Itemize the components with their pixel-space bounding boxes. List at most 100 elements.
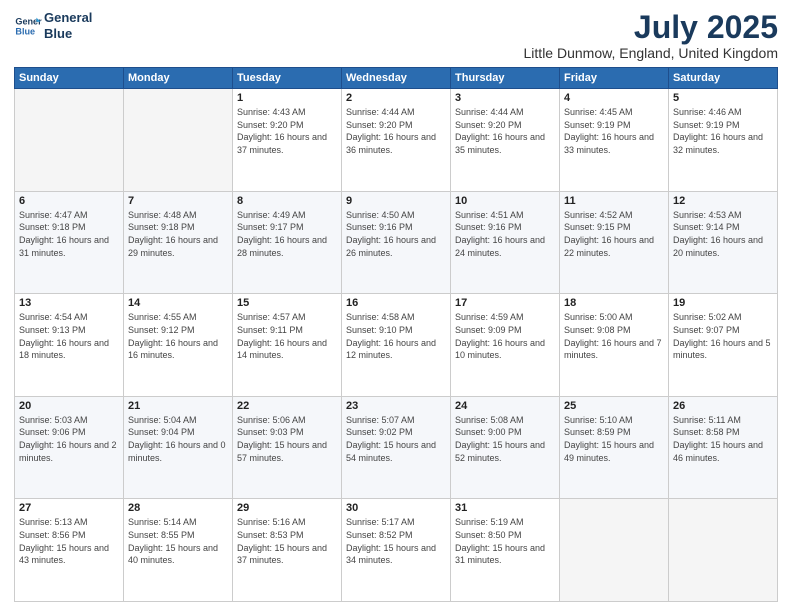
day-number: 7: [128, 195, 228, 207]
day-number: 15: [237, 297, 337, 309]
calendar-cell: 12Sunrise: 4:53 AMSunset: 9:14 PMDayligh…: [669, 191, 778, 294]
logo-text-line2: Blue: [44, 26, 92, 42]
calendar-cell: 21 Sunrise: 5:04 AMSunset: 9:04 PMDayligh…: [124, 396, 233, 499]
week-row-1: 1 Sunrise: 4:43 AMSunset: 9:20 PMDaylight…: [15, 89, 778, 192]
weekday-header-saturday: Saturday: [669, 68, 778, 89]
day-info: Sunrise: 5:06 AMSunset: 9:03 PMDaylight:…: [237, 414, 337, 464]
day-number: 30: [346, 502, 446, 514]
week-row-5: 27Sunrise: 5:13 AMSunset: 8:56 PMDayligh…: [15, 499, 778, 602]
day-info: Sunrise: 4:45 AMSunset: 9:19 PMDaylight:…: [564, 106, 664, 156]
weekday-header-thursday: Thursday: [451, 68, 560, 89]
day-info: Sunrise: 4:58 AMSunset: 9:10 PMDaylight:…: [346, 311, 446, 361]
calendar-cell: 10 Sunrise: 4:51 AMSunset: 9:16 PMDayligh…: [451, 191, 560, 294]
day-info: Sunrise: 5:03 AMSunset: 9:06 PMDaylight:…: [19, 414, 119, 464]
calendar-cell: 25Sunrise: 5:10 AMSunset: 8:59 PMDayligh…: [560, 396, 669, 499]
location-title: Little Dunmow, England, United Kingdom: [524, 45, 778, 61]
week-row-4: 20 Sunrise: 5:03 AMSunset: 9:06 PMDayligh…: [15, 396, 778, 499]
day-info: Sunrise: 4:55 AMSunset: 9:12 PMDaylight:…: [128, 311, 228, 361]
day-number: 4: [564, 92, 664, 104]
day-info: Sunrise: 4:59 AMSunset: 9:09 PMDaylight:…: [455, 311, 555, 361]
calendar-cell: 5Sunrise: 4:46 AMSunset: 9:19 PMDaylight…: [669, 89, 778, 192]
calendar-cell: 19 Sunrise: 5:02 AMSunset: 9:07 PMDayligh…: [669, 294, 778, 397]
day-number: 16: [346, 297, 446, 309]
day-number: 28: [128, 502, 228, 514]
day-info: Sunrise: 5:08 AMSunset: 9:00 PMDaylight:…: [455, 414, 555, 464]
week-row-2: 6 Sunrise: 4:47 AMSunset: 9:18 PMDaylight…: [15, 191, 778, 294]
day-number: 10: [455, 195, 555, 207]
day-info: Sunrise: 4:47 AMSunset: 9:18 PMDaylight:…: [19, 209, 119, 259]
logo: General Blue General Blue: [14, 10, 92, 41]
day-number: 2: [346, 92, 446, 104]
day-number: 9: [346, 195, 446, 207]
day-number: 19: [673, 297, 773, 309]
day-number: 25: [564, 400, 664, 412]
day-info: Sunrise: 4:52 AMSunset: 9:15 PMDaylight:…: [564, 209, 664, 259]
calendar-cell: 29 Sunrise: 5:16 AMSunset: 8:53 PMDayligh…: [233, 499, 342, 602]
day-info: Sunrise: 5:02 AMSunset: 9:07 PMDaylight:…: [673, 311, 773, 361]
day-number: 14: [128, 297, 228, 309]
day-number: 29: [237, 502, 337, 514]
day-number: 13: [19, 297, 119, 309]
calendar-cell: 26 Sunrise: 5:11 AMSunset: 8:58 PMDayligh…: [669, 396, 778, 499]
calendar-cell: 9Sunrise: 4:50 AMSunset: 9:16 PMDaylight…: [342, 191, 451, 294]
day-number: 5: [673, 92, 773, 104]
day-number: 17: [455, 297, 555, 309]
day-info: Sunrise: 5:07 AMSunset: 9:02 PMDaylight:…: [346, 414, 446, 464]
day-info: Sunrise: 4:51 AMSunset: 9:16 PMDaylight:…: [455, 209, 555, 259]
weekday-header-tuesday: Tuesday: [233, 68, 342, 89]
calendar-cell: 17 Sunrise: 4:59 AMSunset: 9:09 PMDayligh…: [451, 294, 560, 397]
day-number: 11: [564, 195, 664, 207]
calendar-cell: 4 Sunrise: 4:45 AMSunset: 9:19 PMDaylight…: [560, 89, 669, 192]
title-block: July 2025 Little Dunmow, England, United…: [524, 10, 778, 61]
day-number: 26: [673, 400, 773, 412]
day-info: Sunrise: 5:16 AMSunset: 8:53 PMDaylight:…: [237, 516, 337, 566]
calendar-cell: [560, 499, 669, 602]
day-number: 8: [237, 195, 337, 207]
weekday-header-monday: Monday: [124, 68, 233, 89]
calendar-cell: 8Sunrise: 4:49 AMSunset: 9:17 PMDaylight…: [233, 191, 342, 294]
day-info: Sunrise: 5:04 AMSunset: 9:04 PMDaylight:…: [128, 414, 228, 464]
day-number: 1: [237, 92, 337, 104]
day-info: Sunrise: 5:11 AMSunset: 8:58 PMDaylight:…: [673, 414, 773, 464]
calendar-cell: 31Sunrise: 5:19 AMSunset: 8:50 PMDayligh…: [451, 499, 560, 602]
day-info: Sunrise: 5:14 AMSunset: 8:55 PMDaylight:…: [128, 516, 228, 566]
day-info: Sunrise: 4:54 AMSunset: 9:13 PMDaylight:…: [19, 311, 119, 361]
weekday-header-friday: Friday: [560, 68, 669, 89]
calendar-cell: 20 Sunrise: 5:03 AMSunset: 9:06 PMDayligh…: [15, 396, 124, 499]
calendar-cell: 11 Sunrise: 4:52 AMSunset: 9:15 PMDayligh…: [560, 191, 669, 294]
weekday-header-row: SundayMondayTuesdayWednesdayThursdayFrid…: [15, 68, 778, 89]
day-info: Sunrise: 5:17 AMSunset: 8:52 PMDaylight:…: [346, 516, 446, 566]
page: General Blue General Blue July 2025 Litt…: [0, 0, 792, 612]
weekday-header-wednesday: Wednesday: [342, 68, 451, 89]
calendar-cell: [124, 89, 233, 192]
day-info: Sunrise: 4:53 AMSunset: 9:14 PMDaylight:…: [673, 209, 773, 259]
day-number: 21: [128, 400, 228, 412]
calendar-cell: 24Sunrise: 5:08 AMSunset: 9:00 PMDayligh…: [451, 396, 560, 499]
day-number: 6: [19, 195, 119, 207]
calendar-cell: 15Sunrise: 4:57 AMSunset: 9:11 PMDayligh…: [233, 294, 342, 397]
day-number: 27: [19, 502, 119, 514]
calendar-cell: 22 Sunrise: 5:06 AMSunset: 9:03 PMDayligh…: [233, 396, 342, 499]
calendar-cell: 23Sunrise: 5:07 AMSunset: 9:02 PMDayligh…: [342, 396, 451, 499]
calendar-cell: 7 Sunrise: 4:48 AMSunset: 9:18 PMDaylight…: [124, 191, 233, 294]
day-info: Sunrise: 4:43 AMSunset: 9:20 PMDaylight:…: [237, 106, 337, 156]
day-number: 22: [237, 400, 337, 412]
calendar-table: SundayMondayTuesdayWednesdayThursdayFrid…: [14, 67, 778, 602]
calendar-cell: 2 Sunrise: 4:44 AMSunset: 9:20 PMDaylight…: [342, 89, 451, 192]
day-info: Sunrise: 4:48 AMSunset: 9:18 PMDaylight:…: [128, 209, 228, 259]
day-info: Sunrise: 5:19 AMSunset: 8:50 PMDaylight:…: [455, 516, 555, 566]
day-info: Sunrise: 5:00 AMSunset: 9:08 PMDaylight:…: [564, 311, 664, 361]
day-info: Sunrise: 4:44 AMSunset: 9:20 PMDaylight:…: [346, 106, 446, 156]
calendar-cell: 30 Sunrise: 5:17 AMSunset: 8:52 PMDayligh…: [342, 499, 451, 602]
calendar-cell: 18Sunrise: 5:00 AMSunset: 9:08 PMDayligh…: [560, 294, 669, 397]
day-number: 20: [19, 400, 119, 412]
calendar-cell: [15, 89, 124, 192]
calendar-cell: 14 Sunrise: 4:55 AMSunset: 9:12 PMDayligh…: [124, 294, 233, 397]
header: General Blue General Blue July 2025 Litt…: [14, 10, 778, 61]
logo-text-line1: General: [44, 10, 92, 26]
calendar-cell: 3Sunrise: 4:44 AMSunset: 9:20 PMDaylight…: [451, 89, 560, 192]
calendar-cell: 28 Sunrise: 5:14 AMSunset: 8:55 PMDayligh…: [124, 499, 233, 602]
calendar-cell: 13 Sunrise: 4:54 AMSunset: 9:13 PMDayligh…: [15, 294, 124, 397]
day-number: 3: [455, 92, 555, 104]
weekday-header-sunday: Sunday: [15, 68, 124, 89]
